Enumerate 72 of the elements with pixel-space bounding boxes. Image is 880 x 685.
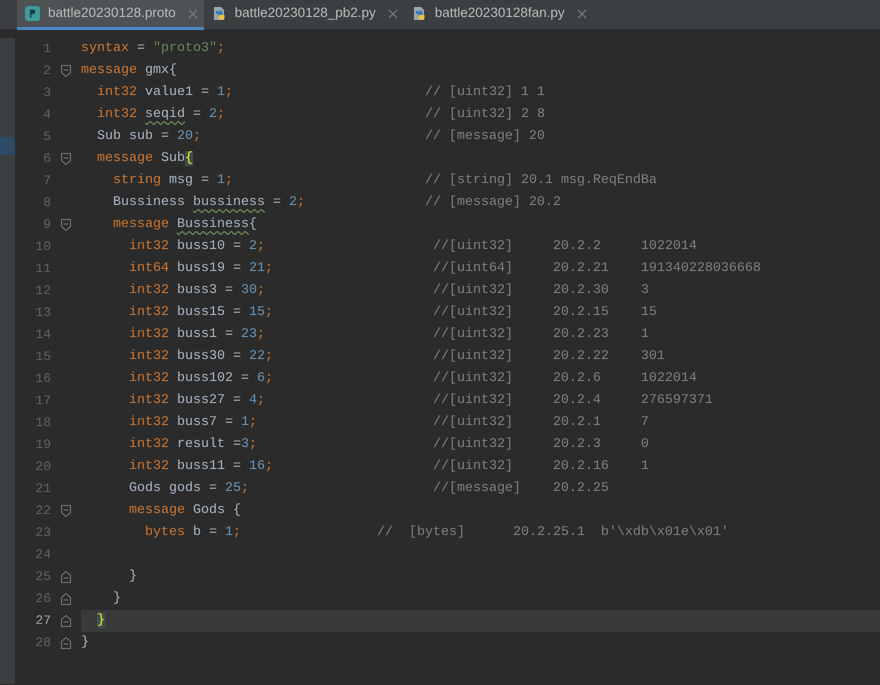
code-line: } (81, 634, 90, 652)
line-number: 17 (34, 392, 51, 410)
code-line: message gmx{ (81, 62, 178, 80)
fold-icon[interactable] (61, 219, 71, 231)
gutter-marker (0, 137, 15, 155)
code-line: int32 buss11 = 16; //[uint32] 20.2.16 1 (128, 458, 650, 476)
code-line: Sub sub = 20; // [message] 20 (96, 128, 546, 146)
fold-icon[interactable] (61, 65, 71, 77)
code-line: message Gods { (128, 502, 242, 520)
line-number: 8 (42, 194, 51, 212)
line-number: 10 (34, 238, 51, 256)
code-line: int32 buss27 = 4; //[uint32] 20.2.4 276597371 (128, 392, 714, 410)
line-number: 7 (42, 172, 51, 190)
line-number: 9 (42, 216, 51, 234)
line-number: 6 (42, 150, 51, 168)
line-number: 26 (34, 590, 51, 608)
line-number: 25 (34, 568, 51, 586)
line-number: 19 (34, 436, 51, 454)
code-line: int32 buss102 = 6; //[uint32] 20.2.6 1022014 (128, 370, 698, 388)
fold-icon[interactable] (61, 505, 71, 517)
code-line: int32 buss3 = 30; //[uint32] 20.2.30 3 (128, 282, 650, 300)
code-line: int32 buss7 = 1; //[uint32] 20.2.1 7 (128, 414, 650, 432)
code-line: } (128, 568, 138, 586)
line-number: 23 (34, 524, 51, 542)
code-line: int32 result =3; //[uint32] 20.2.3 0 (128, 436, 650, 454)
line-number: 27 (34, 612, 51, 630)
file-tab[interactable]: battle20230128fan.py (404, 0, 593, 30)
line-number: 16 (34, 370, 51, 388)
line-number: 24 (34, 546, 51, 564)
line-number: 15 (34, 348, 51, 366)
code-line: int32 buss1 = 23; //[uint32] 20.2.23 1 (128, 326, 650, 344)
line-number: 2 (42, 62, 51, 80)
line-number: 3 (42, 84, 51, 102)
line-number: 22 (34, 502, 51, 520)
line-number: 20 (34, 458, 51, 476)
close-icon[interactable] (388, 8, 398, 18)
python-file-icon (412, 6, 427, 21)
line-number: 4 (42, 106, 51, 124)
file-type-icon (25, 6, 40, 21)
file-tab[interactable]: battle20230128.proto (17, 0, 204, 30)
close-icon[interactable] (576, 8, 587, 18)
code-line: int32 buss10 = 2; //[uint32] 20.2.2 1022014 (128, 238, 698, 256)
code-line: Gods gods = 25; //[message] 20.2.25 (128, 480, 610, 498)
fold-icon[interactable] (61, 593, 71, 605)
line-number: 12 (34, 282, 51, 300)
close-icon[interactable] (188, 8, 198, 18)
line-number: 5 (42, 128, 51, 146)
code-line: int32 buss15 = 15; //[uint32] 20.2.15 15 (128, 304, 658, 322)
line-number: 21 (34, 480, 51, 498)
code-line: int32 value1 = 1; // [uint32] 1 1 (96, 84, 546, 102)
file-tab[interactable]: battle20230128_pb2.py (204, 0, 404, 30)
line-number: 13 (34, 304, 51, 322)
code-line: int32 seqid = 2; // [uint32] 2 8 (96, 106, 546, 124)
line-number: 1 (42, 40, 51, 58)
fold-icon[interactable] (61, 615, 71, 627)
fold-icon[interactable] (61, 637, 71, 649)
code-line: int32 buss30 = 22; //[uint32] 20.2.22 301 (128, 348, 666, 366)
code-line: int64 buss19 = 21; //[uint64] 20.2.21 191340228036668 (128, 260, 762, 278)
line-number: 28 (34, 634, 51, 652)
code-line: string msg = 1; // [string] 20.1 msg.ReqEndBa (112, 172, 658, 190)
code-line: message Sub{ (96, 150, 194, 168)
code-line: } (112, 590, 122, 608)
code-line: syntax = "proto3"; (81, 40, 226, 58)
line-number: 11 (34, 260, 51, 278)
fold-icon[interactable] (61, 571, 71, 583)
line-number: 14 (34, 326, 51, 344)
line-number: 18 (34, 414, 51, 432)
code-line: bytes b = 1; // [bytes] 20.2.25.1 b'\xdb\x01e\x01' (144, 524, 730, 542)
python-file-icon (212, 6, 227, 21)
code-line: message Bussiness{ (112, 216, 258, 234)
code-line: Bussiness bussiness = 2; // [message] 20.2 (112, 194, 562, 212)
fold-icon[interactable] (61, 153, 71, 165)
